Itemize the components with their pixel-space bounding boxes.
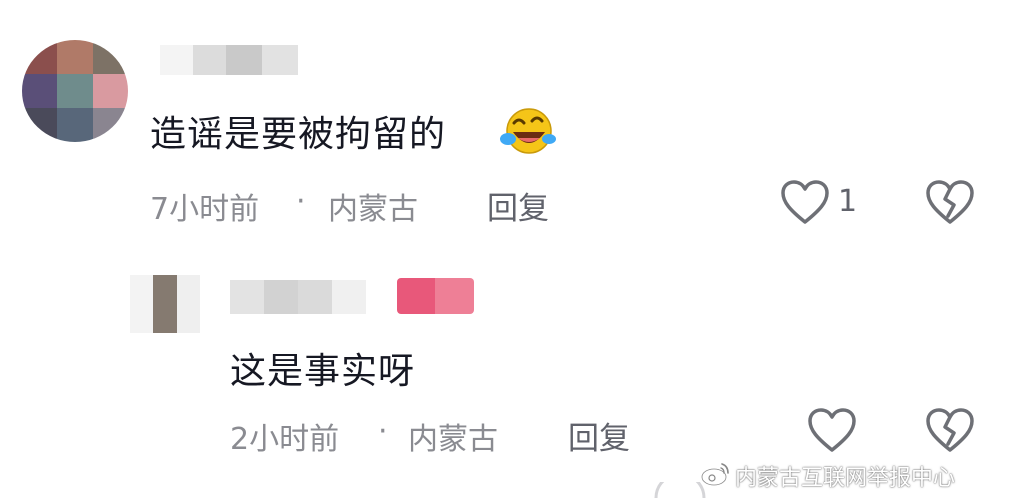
- like-heart-icon[interactable]: [780, 180, 830, 226]
- meta-separator: ·: [378, 414, 388, 449]
- weibo-icon: [700, 463, 729, 487]
- like-heart-icon[interactable]: [807, 408, 857, 454]
- comment-text: 这是事实呀: [230, 351, 416, 392]
- comment-item: 造谣是要被拘留的 7小时前 · 内蒙古 回复 1: [0, 0, 1011, 240]
- avatar[interactable]: [130, 275, 200, 333]
- dislike-broken-heart-icon[interactable]: [925, 180, 975, 226]
- comment-text: 造谣是要被拘留的: [150, 114, 447, 155]
- meta-separator: ·: [296, 184, 306, 219]
- username-blurred[interactable]: [230, 280, 366, 314]
- reply-button[interactable]: 回复: [568, 413, 630, 458]
- comment-location: 内蒙古: [328, 192, 418, 227]
- avatar[interactable]: [22, 40, 128, 142]
- author-badge: [397, 278, 474, 314]
- dislike-broken-heart-icon[interactable]: [925, 408, 975, 454]
- comment-time: 2小时前: [230, 422, 340, 457]
- laughing-tears-emoji: [500, 108, 556, 154]
- watermark-text: 内蒙古互联网举报中心: [735, 466, 956, 491]
- reply-button[interactable]: 回复: [487, 183, 549, 228]
- comment-location: 内蒙古: [408, 422, 498, 457]
- username-blurred[interactable]: [160, 45, 298, 75]
- like-count: 1: [838, 184, 858, 219]
- comment-time: 7小时前: [150, 192, 260, 227]
